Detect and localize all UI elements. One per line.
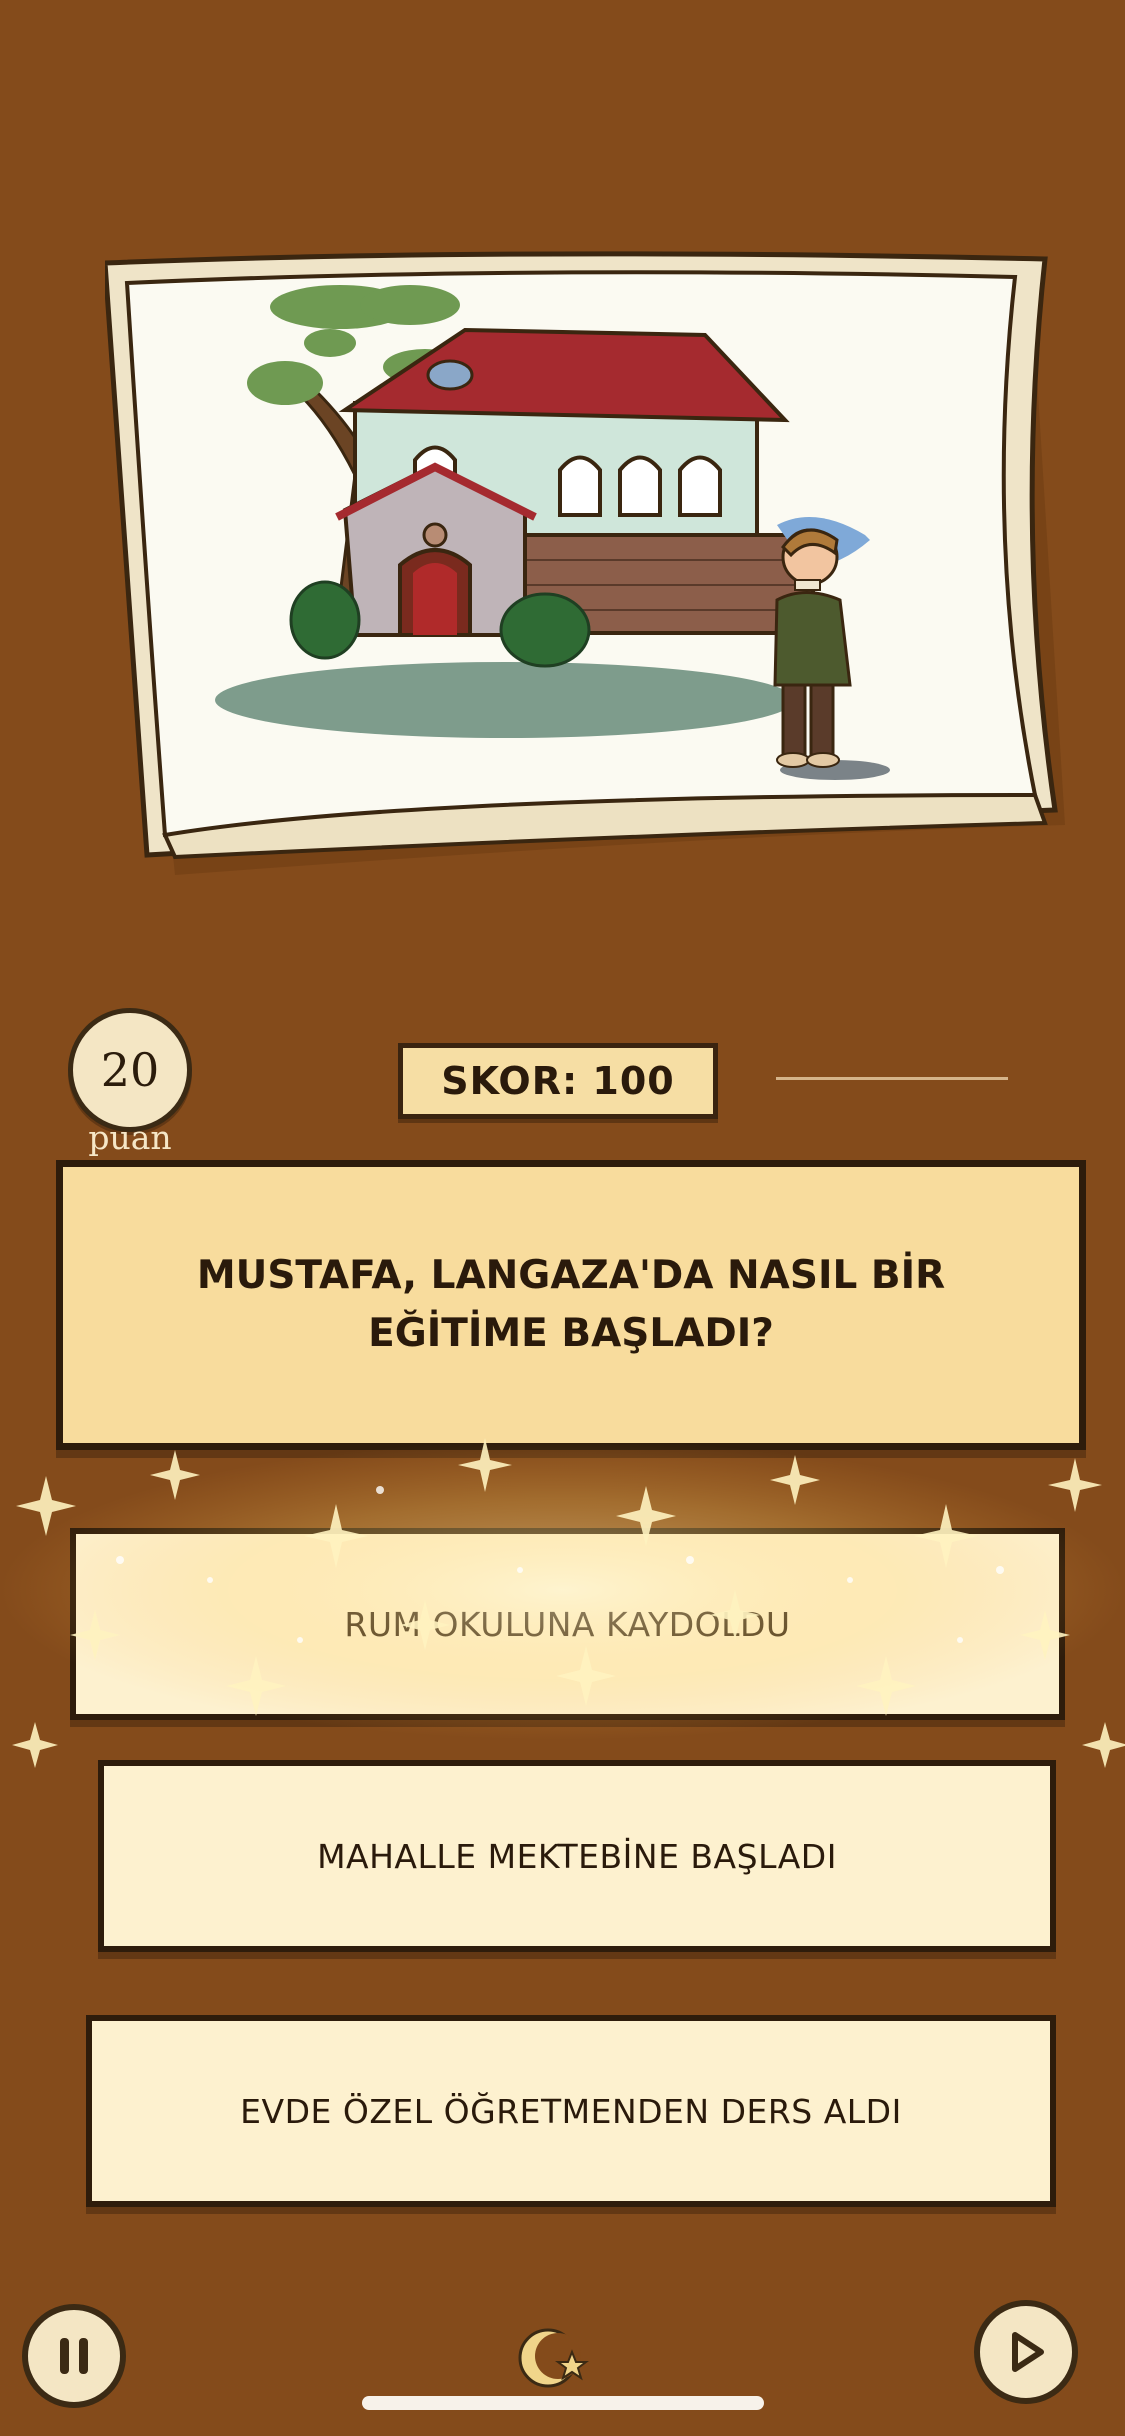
play-button[interactable] [974, 2300, 1078, 2404]
points-badge: 20 [68, 1008, 192, 1132]
answer-option-2-label: MAHALLE MEKTEBİNE BAŞLADI [317, 1836, 837, 1876]
score-text: SKOR: 100 [441, 1059, 675, 1103]
house-boy-illustration [105, 251, 1065, 875]
home-indicator[interactable] [362, 2396, 764, 2410]
pause-icon [60, 2338, 88, 2374]
answer-option-3[interactable]: EVDE ÖZEL ÖĞRETMENDEN DERS ALDI [86, 2015, 1056, 2207]
question-panel: MUSTAFA, LANGAZA'DA NASIL BİR EĞİTİME BA… [56, 1160, 1086, 1450]
pause-button[interactable] [22, 2304, 126, 2408]
play-icon [1012, 2332, 1044, 2372]
answer-option-3-label: EVDE ÖZEL ÖĞRETMENDEN DERS ALDI [240, 2091, 902, 2131]
answer-option-2[interactable]: MAHALLE MEKTEBİNE BAŞLADI [98, 1760, 1056, 1952]
crescent-star-icon [512, 2318, 592, 2398]
question-text: MUSTAFA, LANGAZA'DA NASIL BİR EĞİTİME BA… [196, 1253, 946, 1356]
score-divider [776, 1077, 1008, 1080]
points-label: puan [88, 1118, 172, 1157]
answer-option-1-label: RUM OKULUNA KAYDOLDU [344, 1604, 791, 1644]
illustration-card [105, 235, 1065, 895]
score-box: SKOR: 100 [398, 1043, 718, 1119]
points-value: 20 [100, 1043, 160, 1097]
answer-option-1[interactable]: RUM OKULUNA KAYDOLDU [70, 1528, 1065, 1720]
